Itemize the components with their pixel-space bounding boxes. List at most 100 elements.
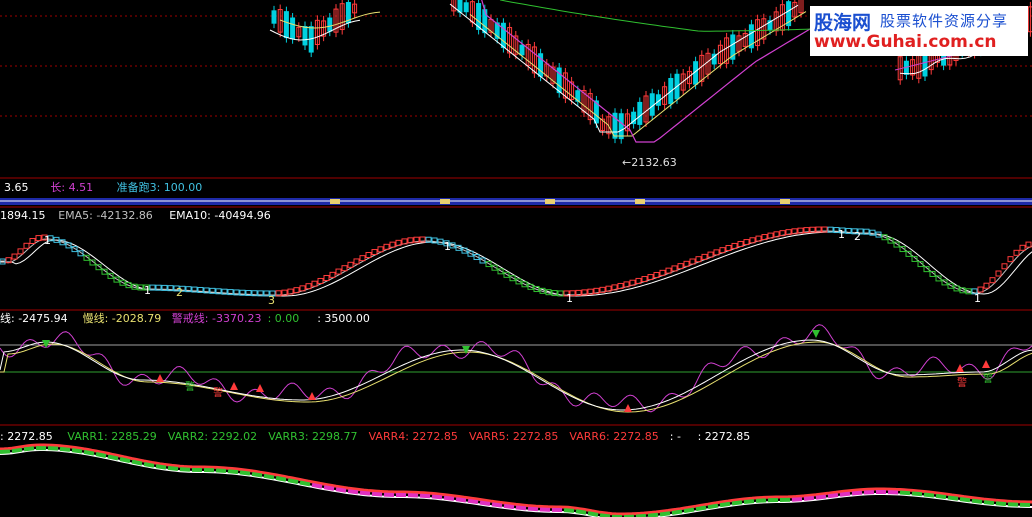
legend-item: 慢线: -2028.79 [83, 311, 162, 325]
varr-band [803, 495, 815, 501]
ema-step [989, 277, 996, 284]
varr-band [131, 459, 143, 466]
varr-band [227, 469, 239, 475]
varr-band [323, 485, 335, 491]
varr-band [983, 500, 995, 506]
ema-marker: 1 [444, 240, 451, 253]
buy-arrow [982, 360, 990, 368]
oscillator-panel-legend: 线: -2475.94 慢线: -2028.79 警戒线: -3370.23: 0.… [0, 311, 370, 325]
varr-band [515, 505, 527, 511]
varr-band [71, 448, 83, 454]
price-panel-legend: 3.65 长: 4.51 准备跑3: 100.00 [4, 180, 202, 194]
ema-step [365, 252, 372, 259]
legend-item: VARR3: 2298.77 [268, 430, 357, 443]
varr-band [911, 491, 923, 497]
varr-band [527, 506, 539, 512]
ema-marker: 1 [838, 228, 845, 241]
signal-strip-mark [440, 199, 450, 204]
legend-item: 准备跑3: 100.00 [117, 180, 203, 194]
varr-band [707, 503, 719, 510]
ema-step [323, 274, 330, 281]
watermark-url: www.Guhai.com.cn [814, 32, 997, 52]
ema-marker: 1 [144, 284, 151, 297]
varr-band [959, 497, 971, 503]
signal-strip-mark [635, 199, 645, 204]
ema-panel: 11 23111 21 [0, 226, 1032, 311]
varr-band [299, 480, 311, 487]
signal-strip-mark [545, 199, 555, 204]
varr-band [683, 507, 695, 514]
varr-band [287, 478, 299, 485]
legend-item: 1894.15 [0, 209, 46, 222]
varr-band [899, 490, 911, 496]
ema-step [1001, 263, 1008, 270]
legend-item: VARR2: 2292.02 [168, 430, 257, 443]
varr-band [47, 446, 59, 451]
varr-band [839, 491, 851, 497]
legend-item: VARR6: 2272.85 [569, 430, 658, 443]
varr-band [143, 462, 155, 468]
ema-step [329, 271, 336, 278]
varr-band [599, 513, 611, 517]
varr-band [179, 467, 191, 472]
legend-item: : 2272.85 [0, 430, 53, 443]
varr-band [971, 498, 983, 504]
ema-step [335, 268, 342, 275]
varr-band [467, 498, 479, 505]
ema-marker: 2 [176, 286, 183, 299]
ema-step [353, 258, 360, 265]
varr-band [791, 497, 803, 502]
ema-step [995, 270, 1002, 277]
candle [519, 44, 525, 56]
candle [463, 2, 469, 13]
buy-arrow [308, 392, 316, 400]
buy-arrow [256, 384, 264, 392]
candle [271, 10, 277, 24]
legend-item: 警戒线: -3370.23 [172, 311, 262, 325]
varr-band [995, 501, 1007, 507]
varr-band [215, 468, 227, 474]
varr-band [311, 482, 323, 489]
legend-item: : 3500.00 [317, 312, 370, 325]
varr-band [671, 509, 683, 515]
varr-band [755, 498, 767, 503]
price-low-label: ←2132.63 [622, 156, 677, 169]
varr-band [335, 487, 347, 493]
varr-band [83, 449, 95, 456]
ema-step [359, 255, 366, 262]
varr-band [695, 505, 707, 512]
buy-arrow [230, 382, 238, 390]
varr-band [59, 446, 71, 452]
candle [283, 11, 289, 39]
signal-strip-mark [330, 199, 340, 204]
ema-step [341, 265, 348, 272]
candle [302, 26, 308, 46]
ema-step [983, 282, 990, 289]
legend-item: VARR5: 2272.85 [469, 430, 558, 443]
varr-band [587, 511, 599, 517]
buy-arrow [156, 374, 164, 382]
varr-band [935, 493, 947, 500]
ema-marker: 1 [44, 234, 51, 247]
varr-band [635, 513, 647, 517]
ema-step [1013, 249, 1020, 256]
varr-band [155, 464, 167, 470]
varr-band [731, 500, 743, 506]
varr-band [347, 489, 359, 495]
varr-band [923, 492, 935, 498]
varr-band [659, 511, 671, 517]
ema-step [17, 248, 24, 255]
watermark-brand: 股海网 [814, 12, 872, 34]
varr-band [431, 494, 443, 500]
varr-band [0, 449, 11, 454]
alert-signal: 警 [213, 386, 223, 399]
legend-item: : 2272.85 [698, 430, 751, 443]
varr-panel [0, 443, 1032, 517]
varr-band [719, 501, 731, 508]
varr-band [815, 494, 827, 500]
legend-item: EMA10: -40494.96 [169, 209, 271, 222]
legend-item: : - [670, 430, 681, 443]
varr-band [23, 446, 35, 452]
ema-panel-legend: 1894.15 EMA5: -42132.86 EMA10: -40494.96 [0, 209, 271, 222]
ema-marker: 1 [566, 292, 573, 305]
